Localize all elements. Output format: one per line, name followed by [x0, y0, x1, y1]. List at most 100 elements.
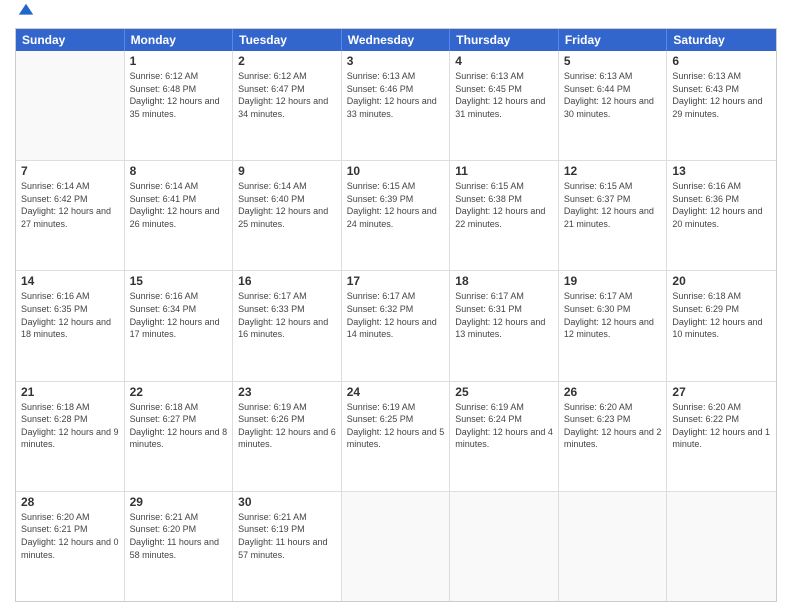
cal-cell-0-4: 4 Sunrise: 6:13 AM Sunset: 6:45 PM Daylig… [450, 51, 559, 160]
day-number: 22 [130, 385, 228, 399]
cal-cell-3-1: 22 Sunrise: 6:18 AM Sunset: 6:27 PM Dayli… [125, 382, 234, 491]
cell-info: Sunrise: 6:16 AM Sunset: 6:36 PM Dayligh… [672, 180, 771, 230]
day-number: 4 [455, 54, 553, 68]
day-number: 19 [564, 274, 662, 288]
cell-info: Sunrise: 6:18 AM Sunset: 6:27 PM Dayligh… [130, 401, 228, 451]
day-number: 3 [347, 54, 445, 68]
cell-info: Sunrise: 6:21 AM Sunset: 6:20 PM Dayligh… [130, 511, 228, 561]
cal-cell-1-5: 12Sunrise: 6:15 AM Sunset: 6:37 PM Dayli… [559, 161, 668, 270]
day-number: 12 [564, 164, 662, 178]
day-number: 21 [21, 385, 119, 399]
cell-info: Sunrise: 6:17 AM Sunset: 6:33 PM Dayligh… [238, 290, 336, 340]
cal-cell-4-1: 29Sunrise: 6:21 AM Sunset: 6:20 PM Dayli… [125, 492, 234, 601]
cell-info: Sunrise: 6:20 AM Sunset: 6:23 PM Dayligh… [564, 401, 662, 451]
logo-text [15, 10, 35, 20]
cell-info: Sunrise: 6:20 AM Sunset: 6:21 PM Dayligh… [21, 511, 119, 561]
week-row-2: 14 Sunrise: 6:16 AM Sunset: 6:35 PM Dayli… [16, 271, 776, 381]
day-number: 26 [564, 385, 662, 399]
cal-cell-1-3: 10Sunrise: 6:15 AM Sunset: 6:39 PM Dayli… [342, 161, 451, 270]
day-number: 17 [347, 274, 445, 288]
day-number: 16 [238, 274, 336, 288]
cal-cell-3-4: 25 Sunrise: 6:19 AM Sunset: 6:24 PM Dayli… [450, 382, 559, 491]
cal-cell-4-0: 28 Sunrise: 6:20 AM Sunset: 6:21 PM Dayli… [16, 492, 125, 601]
cal-cell-4-4 [450, 492, 559, 601]
cell-info: Sunrise: 6:17 AM Sunset: 6:30 PM Dayligh… [564, 290, 662, 340]
week-row-0: 1Sunrise: 6:12 AM Sunset: 6:48 PM Daylig… [16, 51, 776, 161]
day-number: 13 [672, 164, 771, 178]
cal-cell-0-0 [16, 51, 125, 160]
header-day-saturday: Saturday [667, 29, 776, 51]
cal-cell-1-2: 9 Sunrise: 6:14 AM Sunset: 6:40 PM Daylig… [233, 161, 342, 270]
calendar-header: SundayMondayTuesdayWednesdayThursdayFrid… [16, 29, 776, 51]
cal-cell-0-2: 2 Sunrise: 6:12 AM Sunset: 6:47 PM Daylig… [233, 51, 342, 160]
cell-info: Sunrise: 6:19 AM Sunset: 6:25 PM Dayligh… [347, 401, 445, 451]
header-day-monday: Monday [125, 29, 234, 51]
day-number: 23 [238, 385, 336, 399]
header-day-tuesday: Tuesday [233, 29, 342, 51]
day-number: 24 [347, 385, 445, 399]
cell-info: Sunrise: 6:18 AM Sunset: 6:28 PM Dayligh… [21, 401, 119, 451]
day-number: 7 [21, 164, 119, 178]
day-number: 14 [21, 274, 119, 288]
cal-cell-4-5 [559, 492, 668, 601]
cal-cell-4-6 [667, 492, 776, 601]
cell-info: Sunrise: 6:13 AM Sunset: 6:46 PM Dayligh… [347, 70, 445, 120]
day-number: 11 [455, 164, 553, 178]
day-number: 28 [21, 495, 119, 509]
cell-info: Sunrise: 6:17 AM Sunset: 6:32 PM Dayligh… [347, 290, 445, 340]
cal-cell-2-2: 16 Sunrise: 6:17 AM Sunset: 6:33 PM Dayli… [233, 271, 342, 380]
cal-cell-2-3: 17 Sunrise: 6:17 AM Sunset: 6:32 PM Dayli… [342, 271, 451, 380]
cell-info: Sunrise: 6:14 AM Sunset: 6:41 PM Dayligh… [130, 180, 228, 230]
header-day-wednesday: Wednesday [342, 29, 451, 51]
cell-info: Sunrise: 6:14 AM Sunset: 6:40 PM Dayligh… [238, 180, 336, 230]
cell-info: Sunrise: 6:14 AM Sunset: 6:42 PM Dayligh… [21, 180, 119, 230]
calendar-body: 1Sunrise: 6:12 AM Sunset: 6:48 PM Daylig… [16, 51, 776, 601]
cell-info: Sunrise: 6:12 AM Sunset: 6:47 PM Dayligh… [238, 70, 336, 120]
cal-cell-3-5: 26 Sunrise: 6:20 AM Sunset: 6:23 PM Dayli… [559, 382, 668, 491]
week-row-3: 21 Sunrise: 6:18 AM Sunset: 6:28 PM Dayli… [16, 382, 776, 492]
cal-cell-3-0: 21 Sunrise: 6:18 AM Sunset: 6:28 PM Dayli… [16, 382, 125, 491]
cal-cell-0-3: 3 Sunrise: 6:13 AM Sunset: 6:46 PM Daylig… [342, 51, 451, 160]
cell-info: Sunrise: 6:13 AM Sunset: 6:43 PM Dayligh… [672, 70, 771, 120]
cal-cell-0-5: 5Sunrise: 6:13 AM Sunset: 6:44 PM Daylig… [559, 51, 668, 160]
day-number: 1 [130, 54, 228, 68]
day-number: 25 [455, 385, 553, 399]
day-number: 20 [672, 274, 771, 288]
cell-info: Sunrise: 6:15 AM Sunset: 6:38 PM Dayligh… [455, 180, 553, 230]
cell-info: Sunrise: 6:15 AM Sunset: 6:39 PM Dayligh… [347, 180, 445, 230]
day-number: 8 [130, 164, 228, 178]
cal-cell-1-6: 13 Sunrise: 6:16 AM Sunset: 6:36 PM Dayli… [667, 161, 776, 270]
cell-info: Sunrise: 6:16 AM Sunset: 6:34 PM Dayligh… [130, 290, 228, 340]
cell-info: Sunrise: 6:21 AM Sunset: 6:19 PM Dayligh… [238, 511, 336, 561]
header-day-sunday: Sunday [16, 29, 125, 51]
week-row-1: 7 Sunrise: 6:14 AM Sunset: 6:42 PM Daylig… [16, 161, 776, 271]
cal-cell-2-4: 18 Sunrise: 6:17 AM Sunset: 6:31 PM Dayli… [450, 271, 559, 380]
cell-info: Sunrise: 6:16 AM Sunset: 6:35 PM Dayligh… [21, 290, 119, 340]
cal-cell-1-1: 8 Sunrise: 6:14 AM Sunset: 6:41 PM Daylig… [125, 161, 234, 270]
header-day-friday: Friday [559, 29, 668, 51]
calendar: SundayMondayTuesdayWednesdayThursdayFrid… [15, 28, 777, 602]
cal-cell-3-3: 24 Sunrise: 6:19 AM Sunset: 6:25 PM Dayli… [342, 382, 451, 491]
cal-cell-3-2: 23Sunrise: 6:19 AM Sunset: 6:26 PM Dayli… [233, 382, 342, 491]
cal-cell-2-0: 14 Sunrise: 6:16 AM Sunset: 6:35 PM Dayli… [16, 271, 125, 380]
header-day-thursday: Thursday [450, 29, 559, 51]
day-number: 2 [238, 54, 336, 68]
day-number: 27 [672, 385, 771, 399]
week-row-4: 28 Sunrise: 6:20 AM Sunset: 6:21 PM Dayli… [16, 492, 776, 601]
page: SundayMondayTuesdayWednesdayThursdayFrid… [0, 0, 792, 612]
day-number: 15 [130, 274, 228, 288]
cell-info: Sunrise: 6:13 AM Sunset: 6:44 PM Dayligh… [564, 70, 662, 120]
day-number: 30 [238, 495, 336, 509]
cal-cell-3-6: 27 Sunrise: 6:20 AM Sunset: 6:22 PM Dayli… [667, 382, 776, 491]
cell-info: Sunrise: 6:19 AM Sunset: 6:24 PM Dayligh… [455, 401, 553, 451]
cell-info: Sunrise: 6:17 AM Sunset: 6:31 PM Dayligh… [455, 290, 553, 340]
cal-cell-2-5: 19 Sunrise: 6:17 AM Sunset: 6:30 PM Dayli… [559, 271, 668, 380]
cal-cell-0-6: 6Sunrise: 6:13 AM Sunset: 6:43 PM Daylig… [667, 51, 776, 160]
day-number: 9 [238, 164, 336, 178]
header [15, 10, 777, 20]
cal-cell-0-1: 1Sunrise: 6:12 AM Sunset: 6:48 PM Daylig… [125, 51, 234, 160]
cell-info: Sunrise: 6:20 AM Sunset: 6:22 PM Dayligh… [672, 401, 771, 451]
cell-info: Sunrise: 6:13 AM Sunset: 6:45 PM Dayligh… [455, 70, 553, 120]
day-number: 18 [455, 274, 553, 288]
cal-cell-2-6: 20Sunrise: 6:18 AM Sunset: 6:29 PM Dayli… [667, 271, 776, 380]
